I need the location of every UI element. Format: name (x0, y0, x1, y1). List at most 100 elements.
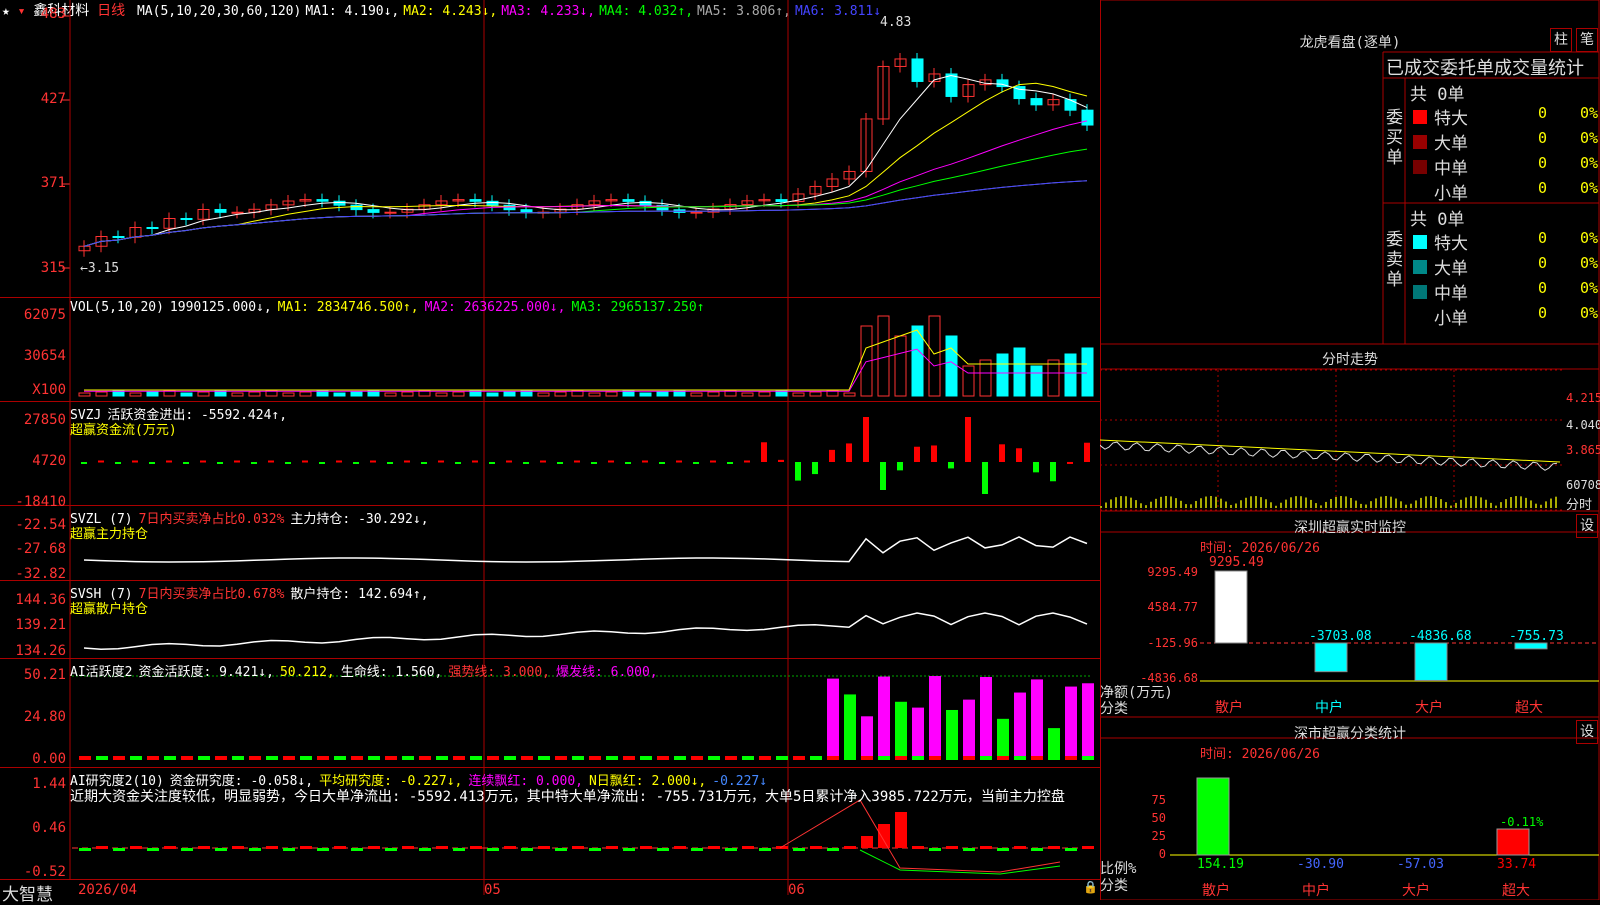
candle-body[interactable] (384, 211, 397, 214)
sz-class-settings-button[interactable]: 设 (1576, 720, 1598, 744)
candle-body[interactable] (622, 199, 635, 202)
volume-bar (299, 391, 312, 397)
research-bar (419, 848, 431, 851)
candle-body[interactable] (1081, 109, 1094, 126)
candle-body[interactable] (1030, 98, 1043, 106)
activity-base-bar (504, 756, 516, 760)
activity-base-bar (555, 756, 567, 760)
candle-body[interactable] (316, 199, 329, 202)
order-stat-row: 中单 0 0% (1410, 279, 1600, 304)
research-bar (130, 846, 142, 849)
y-tick-label: -0.52 (23, 864, 66, 880)
fund-flow-bar (982, 462, 988, 494)
research-bar (79, 848, 91, 851)
fenshi-price-mid: 4.040 (1566, 418, 1600, 432)
bar-view-button[interactable]: 柱 (1550, 28, 1572, 52)
sz-monitor-bar[interactable] (1414, 642, 1448, 681)
ma-line (83, 74, 1088, 247)
fund-flow-bar (727, 462, 733, 464)
candle-body[interactable] (520, 209, 533, 213)
activity-base-bar (181, 756, 193, 760)
sz-monitor-bar-value: -4836.68 (1409, 629, 1472, 644)
activity-bar (827, 678, 839, 756)
candle-body[interactable] (469, 199, 482, 202)
candle-body[interactable] (112, 236, 125, 238)
y-tick-label: -18410 (15, 494, 66, 510)
date-jun: 06 (788, 882, 805, 898)
sell-side-label: 委卖单 (1386, 230, 1403, 290)
sz-class-y-tick: 75 (1151, 793, 1166, 807)
fund-flow-bar (115, 462, 121, 464)
sz-monitor-settings-button[interactable]: 设 (1576, 514, 1598, 538)
y-tick-label: 24.80 (23, 709, 66, 725)
candle-body[interactable] (214, 209, 227, 213)
fund-flow-bar (931, 445, 937, 462)
kline-canvas[interactable]: ←3.15 4.83 (0, 0, 1100, 900)
research-bar (895, 812, 907, 848)
fund-flow-bar (608, 460, 614, 463)
sz-class-bar[interactable] (1196, 777, 1230, 856)
research-bar (249, 848, 261, 851)
y-tick-label: -22.54 (15, 517, 66, 533)
candle-body[interactable] (367, 209, 380, 213)
order-type: 小单 (1434, 309, 1468, 329)
activity-base-bar (997, 756, 1009, 760)
order-pct: 0% (1580, 104, 1599, 122)
order-count: 0 (1538, 304, 1548, 322)
activity-base-bar (623, 756, 635, 760)
vol-legend: VOL(5,10,20) 1990125.000↓, MA1: 2834746.50… (70, 300, 711, 315)
candle-body[interactable] (775, 199, 788, 202)
candle-body[interactable] (146, 227, 159, 229)
legend-item: MA3: 2965137.250↑ (571, 300, 705, 315)
research-bar (759, 848, 771, 851)
sz-monitor-bar[interactable] (1314, 642, 1348, 673)
y-tick-label: 1.44 (32, 776, 66, 792)
order-pct: 0% (1580, 229, 1599, 247)
candle-body[interactable] (1064, 99, 1077, 111)
order-type: 特大 (1434, 109, 1468, 129)
chart-area[interactable]: ★ ▾ 鑫科材料 日线 MA(5,10,20,30,60,120) MA1: 4.… (0, 0, 1101, 905)
volume-bar (656, 391, 669, 397)
volume-bar (554, 391, 567, 397)
color-swatch (1413, 135, 1427, 149)
activity-base-bar (249, 756, 261, 760)
sz-monitor-y-tick: 9295.49 (1147, 565, 1198, 579)
activity-base-bar (300, 756, 312, 760)
candle-body[interactable] (180, 218, 193, 220)
volume-bar (282, 392, 295, 397)
fenshi-chart[interactable] (1100, 370, 1565, 510)
research-bar (657, 848, 669, 851)
order-count: 0 (1538, 179, 1548, 197)
volume-bar (877, 315, 890, 397)
research-bar (742, 846, 754, 849)
activity-base-bar (317, 756, 329, 760)
candle-body[interactable] (690, 211, 703, 214)
candle-body[interactable] (945, 73, 958, 97)
candle-body[interactable] (486, 200, 499, 206)
sz-class-bar[interactable] (1496, 828, 1530, 856)
fenshi-price-high: 4.215 (1566, 391, 1600, 405)
research-bar (164, 846, 176, 849)
candle-body[interactable] (911, 58, 924, 82)
fund-flow-bar (438, 460, 444, 463)
fund-flow-bar (761, 442, 767, 462)
sz-monitor-time: 时间: 2026/06/26 (1200, 541, 1320, 556)
tick-view-button[interactable]: 笔 (1576, 28, 1598, 52)
activity-bar (980, 676, 992, 756)
sz-monitor-category: 大户 (1415, 700, 1443, 716)
sz-monitor-bar[interactable] (1214, 570, 1248, 644)
color-swatch (1413, 160, 1427, 174)
candle-body[interactable] (333, 200, 346, 206)
color-swatch (1413, 235, 1427, 249)
order-count: 0 (1538, 229, 1548, 247)
activity-base-bar (283, 756, 295, 760)
legend-item: 7日内买卖净占比0.032% (138, 512, 285, 527)
candle-body[interactable] (231, 211, 244, 214)
candle-body[interactable] (350, 204, 363, 211)
order-stat-row: 小单 0 0% (1410, 179, 1600, 204)
fund-flow-bar (795, 462, 801, 481)
lock-icon[interactable]: 🔒 (1083, 880, 1098, 894)
y-tick-label: 371 (40, 175, 66, 191)
sell-total: 共 0单 (1410, 210, 1465, 230)
sz-class-category: 中户 (1302, 883, 1330, 899)
